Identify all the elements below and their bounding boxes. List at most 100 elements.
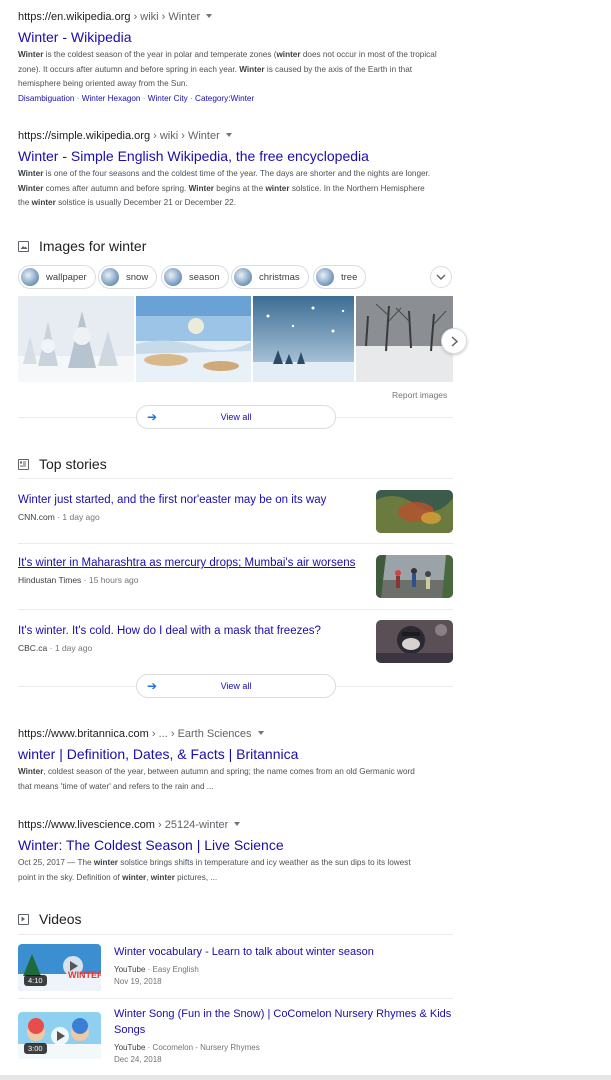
result-title-link[interactable]: Winter: The Coldest Season | Live Scienc… xyxy=(18,835,438,855)
result-title-link[interactable]: winter | Definition, Dates, & Facts | Br… xyxy=(18,744,438,764)
image-result-snowy-park[interactable] xyxy=(356,296,453,382)
image-chip-season[interactable]: season xyxy=(161,265,229,289)
video-date: Nov 19, 2018 xyxy=(114,977,162,986)
video-title-link[interactable]: Winter vocabulary - Learn to talk about … xyxy=(114,944,454,960)
chip-thumbnail xyxy=(234,268,252,286)
image-result-snowy-trees[interactable] xyxy=(18,296,134,382)
result-path: › ... › Earth Sciences xyxy=(148,728,252,740)
news-story[interactable]: It's winter in Maharashtra as mercury dr… xyxy=(18,555,453,599)
image-chip-wallpaper[interactable]: wallpaper xyxy=(18,265,96,289)
news-icon xyxy=(18,458,29,470)
result-snippet: Oct 25, 2017 — The winter solstice bring… xyxy=(18,858,411,882)
story-source: CNN.com xyxy=(18,512,55,522)
video-icon xyxy=(18,913,29,925)
search-result-livescience: https://www.livescience.com › 25124-wint… xyxy=(18,818,438,885)
top-stories-title: Top stories xyxy=(39,456,107,472)
result-domain: https://www.britannica.com xyxy=(18,728,149,740)
chip-label: wallpaper xyxy=(46,271,87,283)
stories-view-all-button[interactable]: ➔ View all xyxy=(136,674,336,698)
video-thumbnail[interactable]: WINTER 4:10 xyxy=(18,944,101,991)
story-title-link[interactable]: It's winter in Maharashtra as mercury dr… xyxy=(18,555,358,571)
chip-thumbnail xyxy=(164,268,182,286)
result-url[interactable]: https://simple.wikipedia.org › wiki › Wi… xyxy=(18,129,438,143)
image-result-snow-field[interactable] xyxy=(136,296,251,382)
result-path: › 25124-winter xyxy=(154,819,229,831)
story-source: Hindustan Times xyxy=(18,575,82,585)
story-age: 1 day ago xyxy=(62,512,100,522)
video-meta: YouTube · Cocomelon - Nursery Rhymes Dec … xyxy=(114,1043,260,1064)
top-stories-header: Top stories xyxy=(18,456,107,472)
result-domain: https://en.wikipedia.org xyxy=(18,11,131,23)
chip-label: snow xyxy=(126,271,149,283)
image-chip-christmas[interactable]: christmas xyxy=(231,265,309,289)
divider xyxy=(18,478,453,479)
news-story[interactable]: It's winter. It's cold. How do I deal wi… xyxy=(18,620,453,664)
chip-label: season xyxy=(189,271,220,283)
sitelink-winter-hexagon[interactable]: Winter Hexagon xyxy=(82,94,141,103)
story-thumbnail[interactable] xyxy=(376,490,453,533)
news-story[interactable]: Winter just started, and the first nor'e… xyxy=(18,490,453,534)
story-source: CBC.ca xyxy=(18,643,48,653)
chevron-down-icon[interactable] xyxy=(206,14,213,18)
story-age: 1 day ago xyxy=(54,643,93,653)
expand-chips-button[interactable] xyxy=(430,266,452,288)
story-thumbnail[interactable] xyxy=(376,555,453,598)
video-duration: 3:00 xyxy=(24,1043,47,1054)
chip-label: christmas xyxy=(259,271,300,283)
images-next-button[interactable] xyxy=(441,328,467,354)
sitelinks: Disambiguation · Winter Hexagon · Winter… xyxy=(18,93,255,103)
image-icon xyxy=(18,240,29,252)
image-result-blue-snowfall[interactable] xyxy=(253,296,354,382)
divider xyxy=(18,934,453,935)
image-chip-snow[interactable]: snow xyxy=(98,265,158,289)
view-all-label: View all xyxy=(220,412,252,422)
video-thumbnail[interactable]: 3:00 xyxy=(18,1012,101,1059)
story-age: 15 hours ago xyxy=(88,575,139,585)
view-all-label: View all xyxy=(220,681,252,691)
sitelink-disambiguation[interactable]: Disambiguation xyxy=(18,94,74,103)
result-title-link[interactable]: Winter - Wikipedia xyxy=(18,27,438,47)
svg-text:WINTER: WINTER xyxy=(68,970,101,980)
video-result[interactable]: 3:00 Winter Song (Fun in the Snow) | CoC… xyxy=(18,1006,453,1066)
videos-header: Videos xyxy=(18,911,82,927)
chip-label: tree xyxy=(341,271,358,283)
story-thumbnail[interactable] xyxy=(376,620,453,663)
images-view-all-button[interactable]: ➔ View all xyxy=(136,405,336,429)
chip-thumbnail xyxy=(21,268,39,286)
sitelink-category-winter[interactable]: Category:Winter xyxy=(195,94,254,103)
result-url[interactable]: https://www.britannica.com › ... › Earth… xyxy=(18,727,438,741)
result-snippet: Winter, coldest season of the year, betw… xyxy=(18,767,415,791)
images-section-header: Images for winter xyxy=(18,238,146,254)
chip-thumbnail xyxy=(316,268,334,286)
images-section-title: Images for winter xyxy=(39,238,147,254)
search-result-britannica: https://www.britannica.com › ... › Earth… xyxy=(18,727,438,794)
video-title-link[interactable]: Winter Song (Fun in the Snow) | CoComelo… xyxy=(114,1006,454,1038)
video-date: Dec 24, 2018 xyxy=(114,1055,162,1064)
report-images-link[interactable]: Report images xyxy=(392,390,447,400)
result-url[interactable]: https://www.livescience.com › 25124-wint… xyxy=(18,818,438,832)
image-chip-tree[interactable]: tree xyxy=(313,265,367,289)
result-snippet: Winter is one of the four seasons and th… xyxy=(18,169,431,207)
video-duration: 4:10 xyxy=(24,975,47,986)
divider xyxy=(18,543,453,544)
video-platform: YouTube xyxy=(114,1043,146,1052)
story-title-link[interactable]: Winter just started, and the first nor'e… xyxy=(18,492,358,508)
chevron-down-icon[interactable] xyxy=(225,133,232,137)
video-channel: Easy English xyxy=(152,965,199,974)
result-domain: https://simple.wikipedia.org xyxy=(18,130,151,142)
result-domain: https://www.livescience.com xyxy=(18,819,155,831)
video-channel: Cocomelon - Nursery Rhymes xyxy=(152,1043,260,1052)
chevron-down-icon[interactable] xyxy=(257,731,264,735)
sitelink-winter-city[interactable]: Winter City xyxy=(148,94,188,103)
video-platform: YouTube xyxy=(114,965,146,974)
result-title-link[interactable]: Winter - Simple English Wikipedia, the f… xyxy=(18,146,438,166)
videos-title: Videos xyxy=(39,911,82,927)
result-snippet: Winter is the coldest season of the year… xyxy=(18,50,437,88)
chevron-down-icon xyxy=(436,274,446,280)
story-title-link[interactable]: It's winter. It's cold. How do I deal wi… xyxy=(18,623,358,639)
result-path: › wiki › Winter xyxy=(130,11,201,23)
chevron-down-icon[interactable] xyxy=(234,822,241,826)
video-result[interactable]: WINTER 4:10 Winter vocabulary - Learn to… xyxy=(18,944,453,994)
result-url[interactable]: https://en.wikipedia.org › wiki › Winter xyxy=(18,10,438,24)
chevron-right-icon xyxy=(450,335,458,347)
